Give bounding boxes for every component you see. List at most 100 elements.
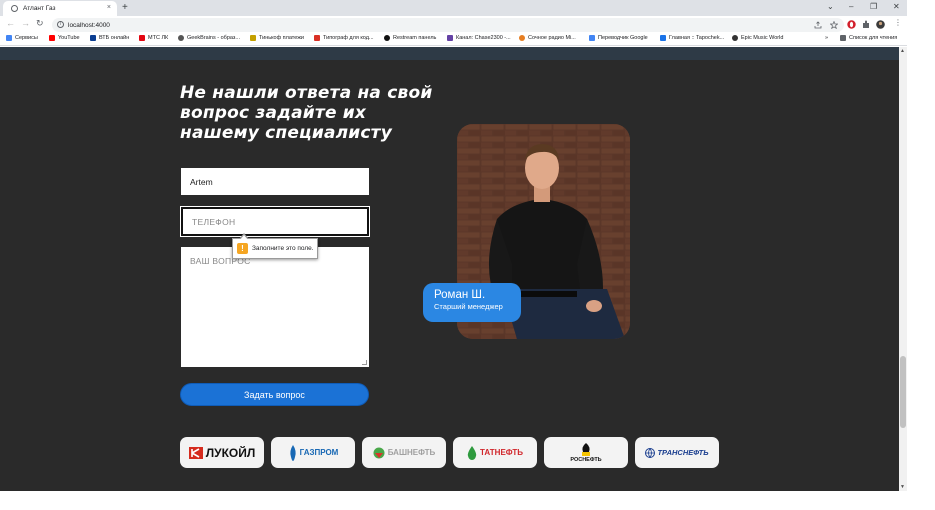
bookmark-item[interactable]: GeekBrains - образ... [178, 35, 240, 41]
partner-name: ТРАНСНЕФТЬ [657, 448, 709, 457]
bookmark-item[interactable]: Epic Music World [732, 35, 783, 41]
tatneft-drop-icon [467, 445, 477, 460]
bookmark-label: МТС ЛК [148, 35, 169, 41]
phone-input[interactable]: ТЕЛЕФОН [181, 207, 369, 236]
reading-list-button[interactable]: Список для чтения [840, 35, 897, 41]
menu-kebab-icon[interactable]: ⋮ [894, 18, 902, 27]
partner-name: ЛУКОЙЛ [205, 445, 256, 460]
bookmark-label: Канал: Chase2300 -... [456, 35, 511, 41]
lukoil-mark-icon [188, 446, 203, 459]
name-input[interactable]: Artem [181, 168, 369, 195]
apps-grid-icon [6, 35, 12, 41]
tinkoff-icon [250, 35, 256, 41]
typograf-icon [314, 35, 320, 41]
partner-logo-transneft[interactable]: ТРАНСНЕФТЬ [635, 437, 719, 468]
reload-button[interactable]: ↻ [36, 18, 44, 29]
minimize-button[interactable]: – [849, 2, 853, 11]
youtube-icon [49, 35, 55, 41]
bookmark-label: Сервисы [15, 35, 38, 41]
twitch-icon [447, 35, 453, 41]
warning-icon: ! [237, 243, 248, 254]
bookmark-label: Epic Music World [741, 35, 784, 41]
transneft-globe-icon [645, 447, 656, 458]
specialist-role: Старший менеджер [434, 302, 503, 311]
bookmark-item[interactable]: Restream панель [384, 35, 436, 41]
reading-list-icon [840, 35, 846, 41]
bookmark-item[interactable]: Типограф для код... [314, 35, 374, 41]
reading-list-label: Список для чтения [849, 35, 898, 41]
bookmark-label: ВТБ онлайн [99, 35, 130, 41]
profile-avatar-icon[interactable] [876, 20, 885, 29]
resize-handle-icon[interactable] [362, 360, 367, 365]
bookmark-item[interactable]: Сочное радио Mi... [519, 35, 576, 41]
bookmark-star-icon[interactable] [830, 21, 838, 29]
forward-button[interactable]: → [21, 18, 30, 28]
tab-close-icon[interactable]: × [107, 4, 111, 11]
more-bookmarks-icon[interactable]: » [825, 35, 828, 41]
music-icon [732, 35, 738, 41]
header-strip [0, 47, 907, 60]
bookmark-item[interactable]: Тинькоф платежи [250, 35, 304, 41]
partner-name: РОСНЕФТЬ [570, 456, 602, 463]
bookmark-item[interactable]: Сервисы [6, 35, 38, 41]
bookmark-item[interactable]: Канал: Chase2300 -... [447, 35, 511, 41]
tab-active[interactable]: Атлант Газ × [3, 1, 117, 16]
vtb-icon [90, 35, 96, 41]
page-scrollbar[interactable]: ▲ ▼ [899, 47, 907, 491]
partner-name: ГАЗПРОМ [299, 448, 339, 457]
tab-title: Атлант Газ [23, 5, 56, 12]
specialist-badge: Роман Ш. Старший менеджер [423, 283, 521, 322]
address-bar[interactable]: i localhost:4000 [52, 18, 844, 32]
bookmark-label: Restream панель [393, 35, 437, 41]
partner-name: ТАТНЕФТЬ [480, 448, 523, 457]
gazprom-flame-icon [289, 444, 296, 461]
tab-search-icon[interactable]: ⌄ [827, 2, 834, 11]
google-translate-icon [589, 35, 595, 41]
url-text: localhost:4000 [68, 21, 110, 29]
partner-logo-bashneft[interactable]: БАШНЕФТЬ [362, 437, 446, 468]
back-button[interactable]: ← [6, 18, 15, 28]
browser-toolbar: ← → ↻ i localhost:4000 ⋮ [0, 16, 907, 34]
section-heading: Не нашли ответа на свой вопрос задайте и… [180, 83, 433, 143]
bookmark-item[interactable]: Переводчик Google [589, 35, 648, 41]
bookmark-item[interactable]: YouTube [49, 35, 80, 41]
bookmark-label: Переводчик Google [598, 35, 648, 41]
bookmark-label: Главная :: Tapochek... [669, 35, 725, 41]
bookmark-label: YouTube [58, 35, 80, 41]
tapochek-icon [660, 35, 666, 41]
partner-logo-gazprom[interactable]: ГАЗПРОМ [271, 437, 355, 468]
restore-button[interactable]: ❐ [870, 2, 877, 11]
close-window-button[interactable]: ✕ [893, 2, 900, 11]
page-content: Не нашли ответа на свой вопрос задайте и… [0, 47, 907, 491]
radio-icon [519, 35, 525, 41]
restream-icon [384, 35, 390, 41]
mts-icon [139, 35, 145, 41]
new-tab-button[interactable]: + [122, 2, 128, 13]
specialist-name: Роман Ш. [434, 289, 486, 301]
bookmark-item[interactable]: ВТБ онлайн [90, 35, 129, 41]
tab-strip: Атлант Газ × + ⌄ – ❐ ✕ [0, 0, 907, 16]
partner-logo-lukoil[interactable]: ЛУКОЙЛ [180, 437, 264, 468]
bookmark-label: GeekBrains - образ... [187, 35, 240, 41]
extensions-puzzle-icon[interactable] [862, 20, 871, 29]
share-icon[interactable] [814, 21, 822, 29]
partner-logo-tatneft[interactable]: ТАТНЕФТЬ [453, 437, 537, 468]
geekbrains-icon [178, 35, 184, 41]
partner-name: БАШНЕФТЬ [387, 448, 436, 457]
bashneft-mark-icon [373, 447, 385, 458]
bookmark-item[interactable]: Главная :: Tapochek... [660, 35, 724, 41]
opera-extension-icon[interactable] [847, 20, 856, 29]
scrollbar-thumb[interactable] [900, 356, 906, 428]
validation-tooltip: ! Заполните это поле. [232, 233, 318, 259]
site-info-icon[interactable]: i [57, 21, 64, 28]
scroll-down-icon[interactable]: ▼ [900, 484, 905, 490]
partner-logo-rosneft[interactable]: РОСНЕФТЬ [544, 437, 628, 468]
globe-icon [11, 5, 18, 12]
bookmark-item[interactable]: МТС ЛК [139, 35, 168, 41]
submit-question-button[interactable]: Задать вопрос [180, 383, 369, 406]
bookmark-label: Сочное радио Mi... [528, 35, 576, 41]
scroll-up-icon[interactable]: ▲ [900, 48, 905, 54]
bookmark-label: Типограф для код... [323, 35, 374, 41]
question-textarea[interactable]: ВАШ ВОПРОС [181, 247, 369, 367]
validation-message: Заполните это поле. [252, 245, 314, 252]
